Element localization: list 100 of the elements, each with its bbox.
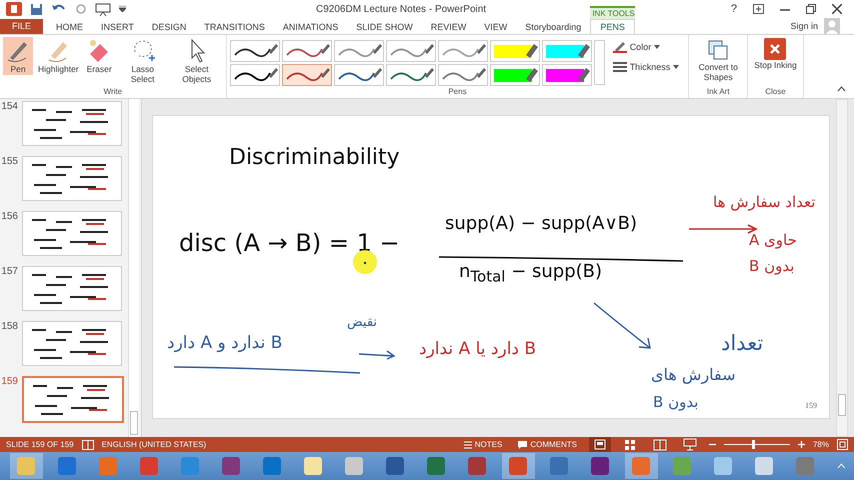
pen-swatch[interactable] xyxy=(542,40,592,62)
write-tool-button[interactable]: Lasso Select xyxy=(116,37,169,85)
laser-pointer-icon xyxy=(352,249,378,275)
pen-swatch[interactable] xyxy=(334,40,384,62)
pen-tip-icon xyxy=(372,68,382,78)
pen-tip-icon xyxy=(320,44,330,54)
pen-tip-icon xyxy=(424,68,434,78)
slide-scrollbar[interactable] xyxy=(836,99,848,437)
slide-thumbnail[interactable] xyxy=(22,321,122,366)
file-tab[interactable]: FILE xyxy=(0,19,44,34)
zoom-level[interactable]: 78% xyxy=(812,440,829,449)
write-tool-button[interactable]: Eraser xyxy=(84,37,115,75)
ribbon-tab[interactable]: TRANSITIONS xyxy=(195,20,274,34)
pen-swatch[interactable] xyxy=(386,40,436,62)
language-indicator[interactable]: ENGLISH (UNITED STATES) xyxy=(102,440,206,449)
stop-icon xyxy=(764,38,786,60)
color-dropdown[interactable]: Color xyxy=(612,41,680,53)
caret-icon xyxy=(654,45,660,49)
customize-caret-icon[interactable] xyxy=(119,6,126,12)
arrow-icon xyxy=(593,302,653,350)
pen-swatch[interactable] xyxy=(334,64,384,86)
normal-view-icon[interactable] xyxy=(588,437,611,452)
pen-tip-icon xyxy=(268,68,278,78)
pen-swatch[interactable] xyxy=(438,64,488,86)
ribbon-tab[interactable]: Storyboarding xyxy=(516,20,590,34)
ribbon-tab[interactable]: REVIEW xyxy=(422,20,476,34)
pen-swatch[interactable] xyxy=(386,64,436,86)
pen-swatch[interactable] xyxy=(282,40,332,62)
zoom-in-icon[interactable] xyxy=(798,441,805,448)
slide-number: 158 xyxy=(0,321,18,332)
slide-thumbnail[interactable] xyxy=(22,211,122,256)
slide-thumbnail[interactable] xyxy=(22,101,122,146)
handwritten-text: n$_{Total}$ − supp(B) xyxy=(459,262,602,286)
thickness-dropdown[interactable]: Thickness xyxy=(612,61,680,73)
write-tool-button[interactable]: Select Objects xyxy=(170,37,223,85)
pen-tip-icon xyxy=(526,44,538,58)
ribbon-tab[interactable]: INSERT xyxy=(92,20,143,34)
shapes-icon xyxy=(706,38,730,62)
pen-tip-icon xyxy=(578,44,590,58)
pen-tip-icon xyxy=(578,68,590,82)
pen-swatch[interactable] xyxy=(438,40,488,62)
ribbon-tab[interactable]: PENS xyxy=(590,19,635,34)
pen-swatch[interactable] xyxy=(542,64,592,86)
slide-number: 154 xyxy=(0,101,18,112)
handwritten-text: supp(A) − supp(A∨B) xyxy=(445,214,638,234)
slide-number: 157 xyxy=(0,266,18,277)
group-label: Close xyxy=(764,87,787,98)
write-tool-button[interactable]: Highlighter xyxy=(35,37,82,75)
save-icon[interactable] xyxy=(30,2,43,16)
arrow-icon xyxy=(358,350,396,360)
handwritten-text: تعداد سفارش ها xyxy=(713,194,816,210)
group-label: Pens xyxy=(447,87,468,98)
comments-button[interactable]: COMMENTS xyxy=(514,440,581,449)
stop-inking-button[interactable]: Stop Inking xyxy=(751,37,800,71)
help-button[interactable]: ? xyxy=(730,3,737,15)
thumbnail-scrollbar[interactable] xyxy=(128,99,139,437)
caret-icon xyxy=(673,65,680,69)
zoom-slider-thumb[interactable] xyxy=(752,440,755,449)
handwritten-text: B ندارد و A دارد xyxy=(167,334,282,353)
slide-number: 159 xyxy=(0,376,18,387)
pen-tip-icon xyxy=(268,44,278,54)
handwritten-text: بدون B xyxy=(653,394,698,410)
ribbon-tab[interactable]: SLIDE SHOW xyxy=(347,20,422,34)
pen-swatch[interactable] xyxy=(490,64,540,86)
spell-check-icon[interactable] xyxy=(82,440,94,450)
restore-icon[interactable] xyxy=(806,4,816,14)
slide-thumbnail[interactable] xyxy=(22,376,124,423)
close-icon[interactable] xyxy=(832,4,842,14)
collapse-ribbon-button[interactable] xyxy=(837,84,846,94)
tray-caret-icon[interactable] xyxy=(837,463,846,469)
pen-tip-icon xyxy=(320,68,330,78)
sign-in-link[interactable]: Sign in xyxy=(790,21,818,31)
handwritten-text: نقیض xyxy=(347,316,378,330)
pen-swatch[interactable] xyxy=(490,40,540,62)
handwritten-text: سفارش های xyxy=(651,366,736,384)
handwritten-text: بدون B xyxy=(749,258,794,274)
pen-swatch[interactable] xyxy=(230,40,280,62)
pen-tip-icon xyxy=(526,68,538,82)
slide-thumbnail[interactable] xyxy=(22,266,122,311)
write-tool-button[interactable]: Pen xyxy=(3,37,33,75)
convert-to-shapes-button[interactable]: Convert to Shapes xyxy=(692,37,744,83)
zoom-out-icon[interactable] xyxy=(708,441,716,448)
notes-button[interactable]: NOTES xyxy=(460,440,506,449)
pen-swatch[interactable] xyxy=(230,64,280,86)
pen-swatch[interactable] xyxy=(282,64,332,86)
gallery-scrollbar[interactable] xyxy=(594,40,605,85)
slide-thumbnail[interactable] xyxy=(22,156,122,201)
slide-number: 159 xyxy=(805,401,817,410)
fit-slide-icon[interactable] xyxy=(837,439,848,450)
comment-icon xyxy=(518,440,528,448)
window-title: C9206DM Lecture Notes - PowerPoint xyxy=(316,4,486,14)
ribbon-tab[interactable]: ANIMATIONS xyxy=(274,20,348,34)
pen-tip-icon xyxy=(476,44,486,54)
ribbon-display-icon[interactable] xyxy=(753,4,764,14)
ribbon-tab[interactable]: VIEW xyxy=(475,20,516,34)
ribbon-tab[interactable]: DESIGN xyxy=(142,20,196,34)
ribbon-tab[interactable]: HOME xyxy=(47,20,92,34)
handwritten-text: B دارد یا A ندارد xyxy=(419,340,536,359)
handwritten-text: disc (A → B) = 1 − xyxy=(179,230,400,256)
presenter-icon[interactable] xyxy=(95,2,111,16)
